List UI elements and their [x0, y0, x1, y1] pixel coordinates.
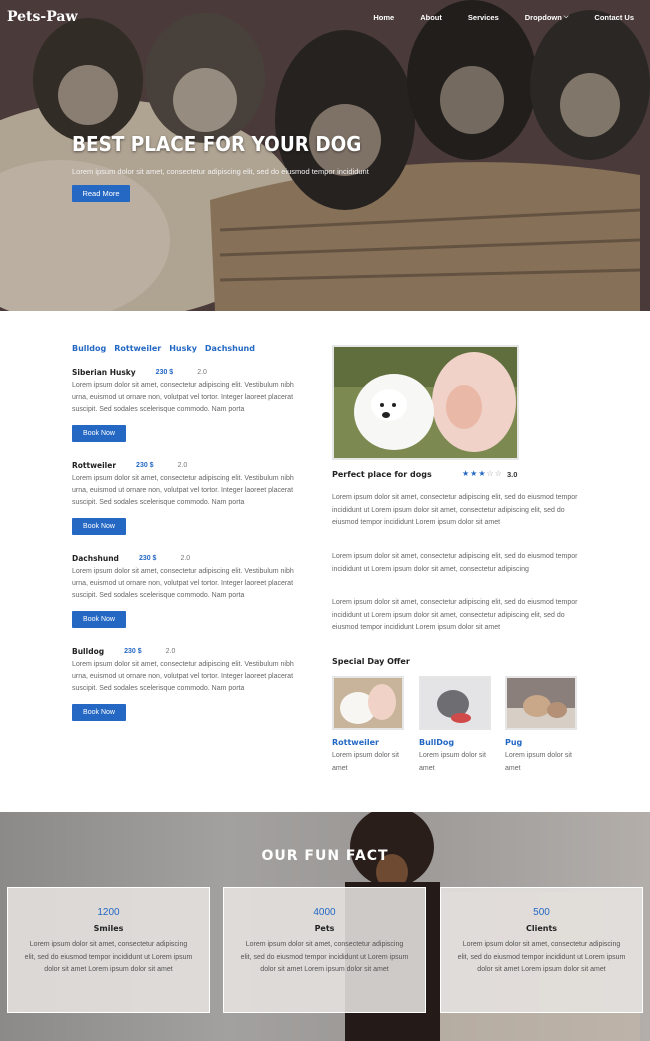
nav-home[interactable]: Home — [373, 13, 394, 22]
feature-paragraph: Lorem ipsum dolor sit amet, consectetur … — [332, 553, 578, 573]
dog-with-woman-photo — [332, 345, 519, 460]
fact-label: Smiles — [93, 924, 124, 933]
item-qty: 2.0 — [197, 368, 207, 376]
nav-about-label: About — [420, 13, 442, 22]
book-now-button[interactable]: Book Now — [72, 611, 126, 628]
star-icon: ★ — [462, 469, 471, 478]
offer-desc: Lorem ipsum dolor sit amet — [332, 752, 399, 772]
item-price: 230 $ — [136, 461, 154, 469]
fact-label: Clients — [525, 924, 558, 933]
breed-tabs: Bulldog Rottweiler Husky Dachshund — [72, 344, 263, 353]
chevron-down-icon: ⌵ — [563, 14, 569, 20]
list-item: Dachshund 230 $ 2.0 Lorem ipsum dolor si… — [72, 552, 308, 628]
tab-dachshund[interactable]: Dachshund — [205, 344, 255, 353]
nav-dropdown-label: Dropdown — [524, 13, 562, 22]
offer-photo — [332, 676, 404, 730]
offer-photo — [505, 676, 577, 730]
star-empty-icon: ☆ — [486, 469, 495, 478]
item-price: 230 $ — [138, 554, 157, 562]
offer-name[interactable]: BullDog — [419, 738, 493, 747]
rating-stars: ★★★☆☆ — [462, 469, 503, 478]
item-qty: 2.0 — [180, 554, 191, 562]
fun-fact-title: OUR FUN FACT — [261, 848, 389, 864]
item-qty: 2.0 — [177, 461, 188, 469]
item-price: 230 $ — [124, 647, 142, 655]
star-icon: ★ — [478, 469, 487, 478]
special-offer-title: Special Day Offer — [332, 657, 410, 666]
fact-label: Pets — [314, 924, 335, 933]
nav-contact-label: Contact Us — [594, 13, 634, 22]
list-item: Siberian Husky 230 $ 2.0 Lorem ipsum dol… — [72, 366, 308, 442]
offer-name[interactable]: Rottweiler — [332, 738, 406, 747]
fact-desc: Lorem ipsum dolor sit amet, consectetur … — [240, 941, 409, 973]
fact-card: 500 Clients Lorem ipsum dolor sit amet, … — [440, 887, 643, 1013]
nav-home-label: Home — [373, 13, 395, 22]
hero-subtitle: Lorem ipsum dolor sit amet, consectetur … — [72, 167, 369, 176]
nav-dropdown[interactable]: Dropdown ⌵ — [525, 13, 569, 22]
item-desc: Lorem ipsum dolor sit amet, consectetur … — [72, 661, 294, 692]
fun-fact-section: OUR FUN FACT 1200 Smiles Lorem ipsum dol… — [0, 812, 650, 1041]
book-now-button[interactable]: Book Now — [72, 425, 126, 442]
nav-about[interactable]: About — [420, 13, 442, 22]
list-item: Rottweiler 230 $ 2.0 Lorem ipsum dolor s… — [72, 459, 308, 535]
read-more-button[interactable]: Read More — [72, 185, 130, 202]
feature-paragraph: Lorem ipsum dolor sit amet, consectetur … — [332, 494, 578, 526]
fact-card: 4000 Pets Lorem ipsum dolor sit amet, co… — [223, 887, 426, 1013]
offer-name[interactable]: Pug — [505, 738, 579, 747]
book-now-button[interactable]: Book Now — [72, 704, 126, 721]
fact-card: 1200 Smiles Lorem ipsum dolor sit amet, … — [7, 887, 210, 1013]
tab-husky[interactable]: Husky — [169, 344, 197, 353]
feature-paragraph: Lorem ipsum dolor sit amet, consectetur … — [332, 599, 578, 631]
item-desc: Lorem ipsum dolor sit amet, consectetur … — [72, 382, 294, 413]
item-desc: Lorem ipsum dolor sit amet, consectetur … — [72, 568, 294, 599]
list-item: Bulldog 230 $ 2.0 Lorem ipsum dolor sit … — [72, 645, 308, 721]
item-qty: 2.0 — [165, 647, 176, 655]
nav-contact[interactable]: Contact Us — [594, 13, 634, 22]
brand-logo[interactable]: Pets-Paw — [7, 9, 78, 25]
book-now-button[interactable]: Book Now — [72, 518, 126, 535]
nav-services[interactable]: Services — [468, 13, 499, 22]
tab-bulldog[interactable]: Bulldog — [72, 344, 106, 353]
fact-desc: Lorem ipsum dolor sit amet, consectetur … — [24, 941, 193, 973]
hero-title: BEST PLACE FOR YOUR DOG — [72, 132, 362, 156]
offer-desc: Lorem ipsum dolor sit amet — [419, 752, 486, 772]
offer-photo — [419, 676, 491, 730]
item-desc: Lorem ipsum dolor sit amet, consectetur … — [72, 475, 294, 506]
star-empty-icon: ☆ — [494, 469, 503, 478]
item-name: Bulldog — [72, 646, 105, 656]
fact-number: 500 — [533, 907, 550, 918]
offer-card[interactable]: BullDog Lorem ipsum dolor sit amet — [419, 676, 493, 775]
item-name: Siberian Husky — [72, 367, 136, 377]
offer-desc: Lorem ipsum dolor sit amet — [505, 752, 572, 772]
item-name: Rottweiler — [72, 460, 117, 470]
feature-title: Perfect place for dogs — [332, 470, 432, 479]
item-price: 230 $ — [155, 368, 174, 376]
rating-value: 3.0 — [507, 470, 518, 479]
nav-services-label: Services — [467, 13, 499, 22]
fact-desc: Lorem ipsum dolor sit amet, consectetur … — [457, 941, 626, 973]
hero-banner: Pets-Paw Home About Services Dropdown ⌵ C… — [0, 0, 650, 311]
item-name: Dachshund — [72, 553, 119, 563]
tab-rottweiler[interactable]: Rottweiler — [114, 344, 161, 353]
offer-card[interactable]: Rottweiler Lorem ipsum dolor sit amet — [332, 676, 406, 775]
offer-card[interactable]: Pug Lorem ipsum dolor sit amet — [505, 676, 579, 775]
fact-number: 1200 — [97, 907, 120, 918]
main-nav: Home About Services Dropdown ⌵ Contact Us — [347, 13, 634, 22]
fact-number: 4000 — [313, 907, 336, 918]
